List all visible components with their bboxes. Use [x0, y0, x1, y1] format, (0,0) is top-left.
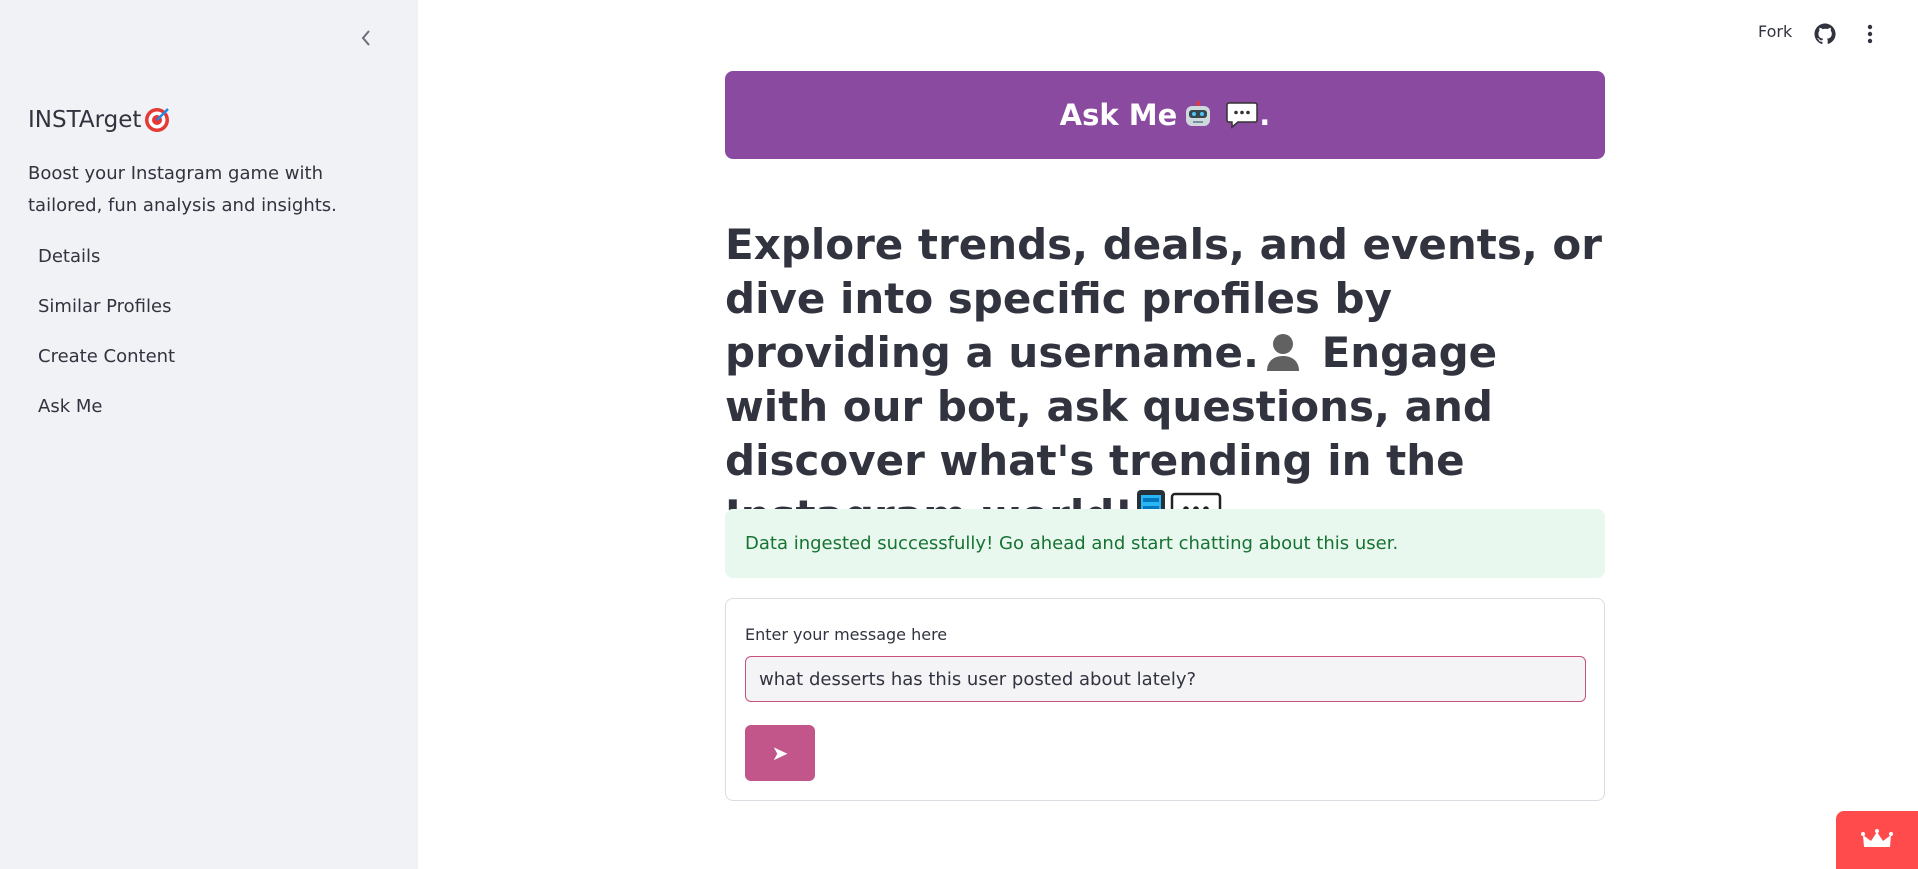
message-input[interactable]	[745, 656, 1586, 702]
page-heading: Explore trends, deals, and events, or di…	[725, 218, 1605, 543]
crown-icon	[1861, 829, 1893, 847]
streamlit-badge[interactable]	[1836, 811, 1918, 869]
message-input-label: Enter your message here	[745, 625, 948, 644]
success-alert: Data ingested successfully! Go ahead and…	[725, 509, 1605, 578]
speech-bubble-icon	[1225, 100, 1259, 130]
sidebar: INSTArget Boost your Instagram game with…	[0, 0, 418, 869]
sidebar-item-similar-profiles[interactable]: Similar Profiles	[28, 287, 388, 337]
collapse-sidebar-button[interactable]	[352, 24, 380, 52]
robot-icon	[1181, 98, 1215, 132]
send-button[interactable]: ➤	[745, 725, 815, 781]
banner-title: Ask Me	[1059, 98, 1178, 132]
app-brand: INSTArget	[28, 106, 171, 134]
sidebar-item-create-content[interactable]: Create Content	[28, 337, 388, 387]
sidebar-item-ask-me[interactable]: Ask Me	[28, 387, 388, 437]
fork-link[interactable]: Fork	[1758, 22, 1792, 41]
sidebar-nav: Details Similar Profiles Create Content …	[28, 237, 388, 437]
banner-suffix: .	[1259, 98, 1271, 132]
ask-me-banner: Ask Me .	[725, 71, 1605, 159]
person-icon	[1266, 334, 1299, 371]
sidebar-item-details[interactable]: Details	[28, 237, 388, 287]
chat-form: Enter your message here ➤	[725, 598, 1605, 801]
send-icon: ➤	[771, 741, 789, 765]
chevron-left-icon	[361, 30, 370, 46]
github-icon[interactable]	[1813, 22, 1837, 46]
app-tagline: Boost your Instagram game with tailored,…	[28, 163, 337, 216]
target-icon	[145, 108, 170, 132]
brand-name: INSTArget	[28, 107, 142, 133]
more-options-icon[interactable]	[1860, 22, 1880, 46]
